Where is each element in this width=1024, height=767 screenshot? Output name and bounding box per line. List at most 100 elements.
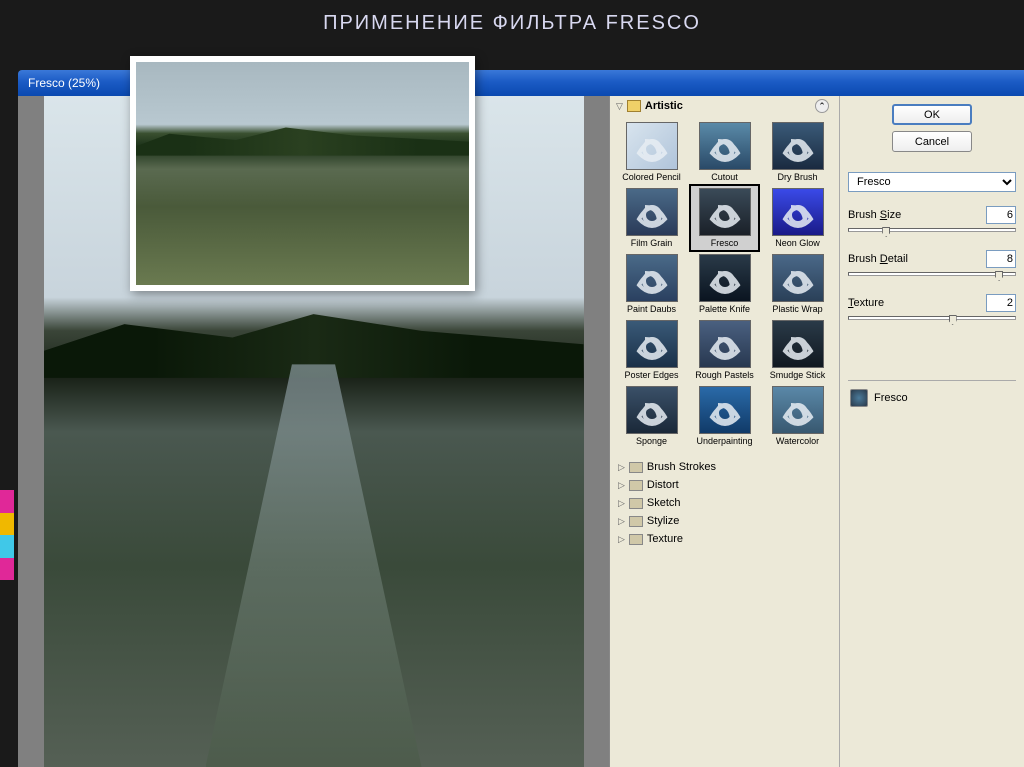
filter-thumb-dry-brush[interactable]: Dry Brush [764,120,831,184]
folder-open-icon [627,100,641,112]
settings-panel: OK Cancel Fresco Brush Size Brush Detail T… [839,96,1024,767]
filter-thumb-paint-daubs[interactable]: Paint Daubs [618,252,685,316]
param-slider[interactable] [848,316,1016,320]
param-texture: Texture [848,294,1016,312]
collapse-icon: ▽ [616,101,623,112]
color-tab-decoration [0,490,14,580]
filter-thumb-palette-knife[interactable]: Palette Knife [691,252,758,316]
folder-icon [629,480,643,491]
filter-thumb-fresco[interactable]: Fresco [691,186,758,250]
thumb-icon [626,320,678,368]
expand-icon: ▷ [618,534,625,545]
thumb-icon [699,122,751,170]
thumb-label: Fresco [693,238,756,248]
category-label: Artistic [645,100,683,112]
folder-icon [629,498,643,509]
thumb-label: Dry Brush [766,172,829,182]
thumb-label: Colored Pencil [620,172,683,182]
filter-thumb-poster-edges[interactable]: Poster Edges [618,318,685,382]
thumb-label: Cutout [693,172,756,182]
category-list: ▷ Brush Strokes ▷ Distort ▷ Sketch ▷ Stylize ▷ Te… [610,458,839,548]
eye-icon[interactable] [850,389,868,407]
param-input[interactable] [986,294,1016,312]
category-row-brush-strokes[interactable]: ▷ Brush Strokes [610,458,839,476]
folder-icon [629,534,643,545]
thumb-label: Paint Daubs [620,304,683,314]
category-label: Stylize [647,515,679,527]
param-input[interactable] [986,250,1016,268]
thumb-icon [699,188,751,236]
thumb-label: Poster Edges [620,370,683,380]
thumb-label: Smudge Stick [766,370,829,380]
filter-thumb-sponge[interactable]: Sponge [618,384,685,448]
original-photo-overlay [130,56,475,291]
param-brush-size: Brush Size [848,206,1016,224]
category-header-artistic[interactable]: ▽ Artistic ⌃ [610,96,839,116]
filter-thumb-film-grain[interactable]: Film Grain [618,186,685,250]
filter-name-dropdown[interactable]: Fresco [848,172,1016,192]
thumb-label: Palette Knife [693,304,756,314]
slider-thumb[interactable] [882,227,890,237]
thumb-label: Underpainting [693,436,756,446]
expand-icon: ▷ [618,480,625,491]
thumb-label: Neon Glow [766,238,829,248]
effect-layer-label: Fresco [874,392,908,404]
thumb-icon [772,386,824,434]
folder-icon [629,516,643,527]
category-label: Sketch [647,497,681,509]
category-row-stylize[interactable]: ▷ Stylize [610,512,839,530]
param-label: Brush Detail [848,253,908,265]
thumb-icon [699,386,751,434]
thumb-icon [626,254,678,302]
param-label: Brush Size [848,209,901,221]
expand-icon: ▷ [618,516,625,527]
filter-thumb-plastic-wrap[interactable]: Plastic Wrap [764,252,831,316]
filter-list-panel: ▽ Artistic ⌃ Colored Pencil Cutout Dry Bru… [609,96,839,767]
param-slider[interactable] [848,272,1016,276]
effect-layer-item[interactable]: Fresco [848,387,1016,409]
filter-thumb-underpainting[interactable]: Underpainting [691,384,758,448]
param-label: Texture [848,297,884,309]
thumb-label: Plastic Wrap [766,304,829,314]
thumb-label: Rough Pastels [693,370,756,380]
thumb-icon [626,122,678,170]
thumb-icon [699,254,751,302]
thumb-icon [626,188,678,236]
thumb-label: Film Grain [620,238,683,248]
thumb-icon [772,122,824,170]
thumb-icon [772,254,824,302]
expand-icon: ▷ [618,462,625,473]
filter-thumb-cutout[interactable]: Cutout [691,120,758,184]
cancel-button[interactable]: Cancel [892,131,972,152]
thumb-icon [772,188,824,236]
filter-thumb-neon-glow[interactable]: Neon Glow [764,186,831,250]
category-label: Distort [647,479,679,491]
filter-thumb-smudge-stick[interactable]: Smudge Stick [764,318,831,382]
thumb-label: Sponge [620,436,683,446]
expand-icon: ▷ [618,498,625,509]
category-label: Brush Strokes [647,461,716,473]
category-row-distort[interactable]: ▷ Distort [610,476,839,494]
category-row-texture[interactable]: ▷ Texture [610,530,839,548]
original-photo [136,62,469,285]
slide-title: ПРИМЕНЕНИЕ ФИЛЬТРА FRESCO [0,0,1024,53]
category-label: Texture [647,533,683,545]
slider-thumb[interactable] [995,271,1003,281]
thumb-label: Watercolor [766,436,829,446]
param-brush-detail: Brush Detail [848,250,1016,268]
expand-button[interactable]: ⌃ [815,99,829,113]
filter-thumbnails-grid: Colored Pencil Cutout Dry Brush Film Grain F… [610,116,839,452]
effect-layers-list: Fresco [848,380,1016,409]
category-row-sketch[interactable]: ▷ Sketch [610,494,839,512]
slider-thumb[interactable] [949,315,957,325]
window-title: Fresco (25%) [28,76,100,90]
thumb-icon [772,320,824,368]
param-input[interactable] [986,206,1016,224]
filter-thumb-rough-pastels[interactable]: Rough Pastels [691,318,758,382]
ok-button[interactable]: OK [892,104,972,125]
thumb-icon [699,320,751,368]
filter-thumb-watercolor[interactable]: Watercolor [764,384,831,448]
filter-thumb-colored-pencil[interactable]: Colored Pencil [618,120,685,184]
thumb-icon [626,386,678,434]
param-slider[interactable] [848,228,1016,232]
